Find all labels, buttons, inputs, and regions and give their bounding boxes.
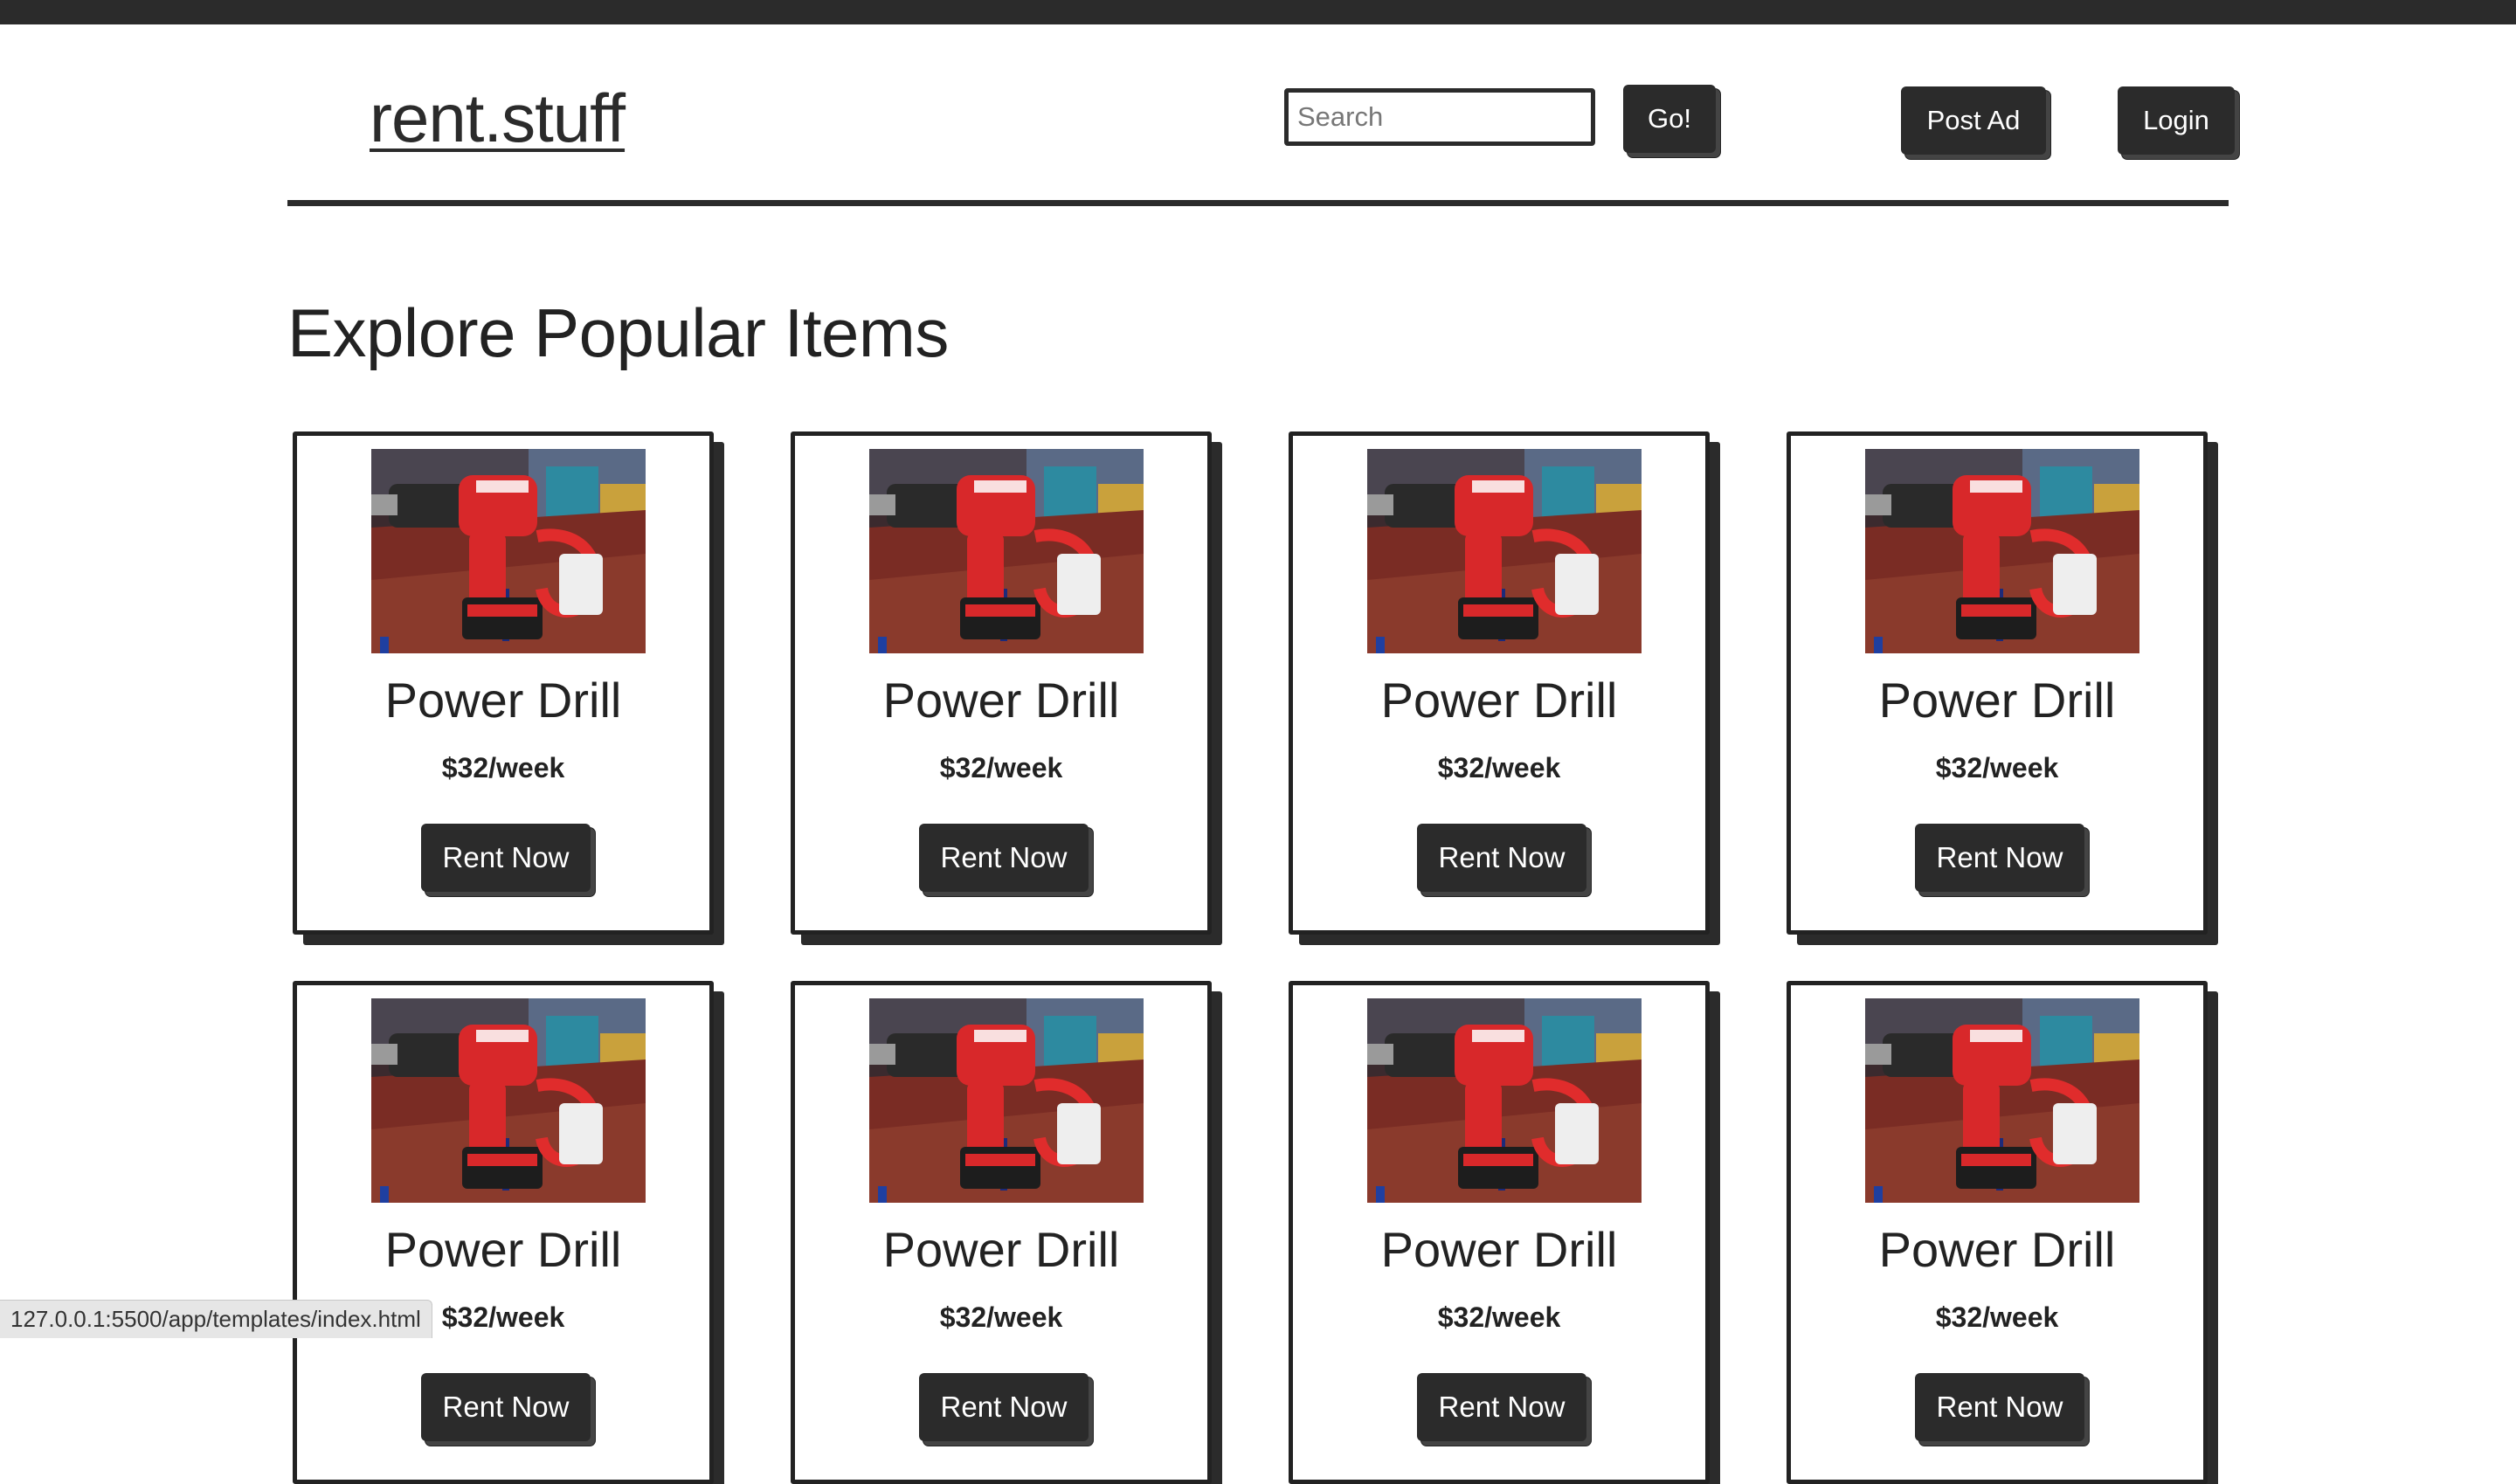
power-drill-photo[interactable] bbox=[1865, 449, 2139, 653]
power-drill-photo[interactable] bbox=[371, 998, 646, 1203]
post-ad-button[interactable]: Post Ad bbox=[1901, 86, 2046, 155]
rent-now-button[interactable]: Rent Now bbox=[1915, 1373, 2084, 1441]
rent-now-button[interactable]: Rent Now bbox=[421, 1373, 591, 1441]
item-title: Power Drill bbox=[384, 1222, 622, 1277]
power-drill-photo[interactable] bbox=[1367, 998, 1642, 1203]
login-button[interactable]: Login bbox=[2118, 86, 2235, 155]
item-card: Power Drill $32/week Rent Now bbox=[1787, 981, 2208, 1484]
item-card: Power Drill $32/week Rent Now bbox=[791, 981, 1212, 1484]
rent-now-button[interactable]: Rent Now bbox=[1915, 824, 2084, 892]
item-price: $32/week bbox=[1935, 1301, 2059, 1333]
item-title: Power Drill bbox=[384, 673, 622, 728]
search-input[interactable] bbox=[1284, 88, 1595, 146]
item-card: Power Drill $32/week Rent Now bbox=[1289, 981, 1710, 1484]
page-title: Explore Popular Items bbox=[287, 294, 949, 371]
item-price: $32/week bbox=[939, 752, 1063, 783]
power-drill-photo[interactable] bbox=[869, 449, 1144, 653]
status-bar-url: 127.0.0.1:5500/app/templates/index.html bbox=[0, 1300, 432, 1338]
item-title: Power Drill bbox=[882, 1222, 1120, 1277]
power-drill-photo[interactable] bbox=[1367, 449, 1642, 653]
power-drill-photo[interactable] bbox=[1865, 998, 2139, 1203]
rent-now-button[interactable]: Rent Now bbox=[1417, 1373, 1586, 1441]
item-card: Power Drill $32/week Rent Now bbox=[293, 431, 714, 935]
power-drill-photo[interactable] bbox=[371, 449, 646, 653]
item-price: $32/week bbox=[1437, 752, 1561, 783]
item-card: Power Drill $32/week Rent Now bbox=[293, 981, 714, 1484]
item-card: Power Drill $32/week Rent Now bbox=[1289, 431, 1710, 935]
rent-now-button[interactable]: Rent Now bbox=[1417, 824, 1586, 892]
browser-top-bar bbox=[0, 0, 2516, 24]
search-go-button[interactable]: Go! bbox=[1623, 85, 1716, 153]
rent-now-button[interactable]: Rent Now bbox=[919, 824, 1089, 892]
item-title: Power Drill bbox=[1878, 1222, 2116, 1277]
item-card: Power Drill $32/week Rent Now bbox=[791, 431, 1212, 935]
item-title: Power Drill bbox=[882, 673, 1120, 728]
power-drill-photo[interactable] bbox=[869, 998, 1144, 1203]
rent-now-button[interactable]: Rent Now bbox=[421, 824, 591, 892]
rent-now-button[interactable]: Rent Now bbox=[919, 1373, 1089, 1441]
item-price: $32/week bbox=[1437, 1301, 1561, 1333]
item-price: $32/week bbox=[1935, 752, 2059, 783]
item-title: Power Drill bbox=[1878, 673, 2116, 728]
item-price: $32/week bbox=[939, 1301, 1063, 1333]
item-price: $32/week bbox=[441, 752, 565, 783]
item-title: Power Drill bbox=[1380, 673, 1618, 728]
site-logo[interactable]: rent.stuff bbox=[370, 79, 626, 158]
item-title: Power Drill bbox=[1380, 1222, 1618, 1277]
header-divider bbox=[287, 200, 2229, 206]
item-card: Power Drill $32/week Rent Now bbox=[1787, 431, 2208, 935]
